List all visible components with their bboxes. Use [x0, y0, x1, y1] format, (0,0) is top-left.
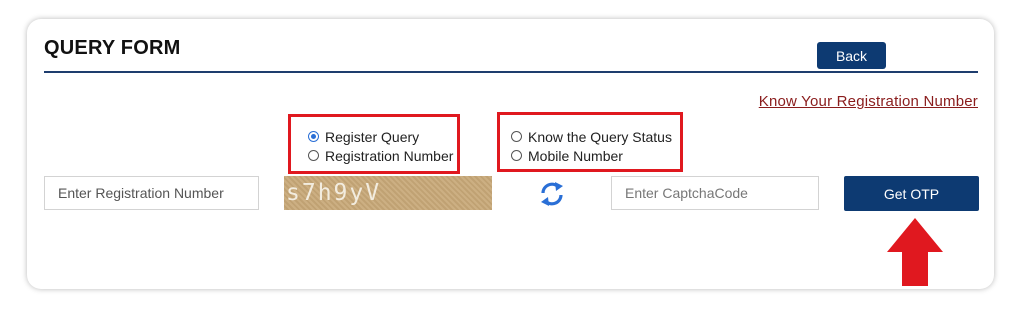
radio-know-query-status[interactable]: [511, 131, 522, 142]
back-button[interactable]: Back: [817, 42, 886, 69]
radio-label-mobile-number: Mobile Number: [528, 147, 623, 164]
radio-mobile-number[interactable]: [511, 150, 522, 161]
refresh-icon[interactable]: [539, 180, 565, 208]
radio-option-register-query[interactable]: Register Query: [308, 127, 457, 146]
captcha-code-input[interactable]: Enter CaptchaCode: [611, 176, 819, 210]
page-title: QUERY FORM: [44, 37, 181, 59]
registration-number-input[interactable]: Enter Registration Number: [44, 176, 259, 210]
radio-option-registration-number[interactable]: Registration Number: [308, 146, 457, 165]
red-up-arrow-icon: [887, 218, 943, 286]
radio-label-register-query: Register Query: [325, 128, 420, 145]
radio-option-know-query-status[interactable]: Know the Query Status: [511, 127, 680, 146]
title-divider: [44, 71, 978, 73]
radio-label-registration-number: Registration Number: [325, 147, 454, 164]
know-registration-number-link[interactable]: Know Your Registration Number: [759, 93, 978, 110]
radio-registration-number[interactable]: [308, 150, 319, 161]
status-type-group: Know the Query Status Mobile Number: [497, 112, 683, 172]
radio-label-know-query-status: Know the Query Status: [528, 128, 672, 145]
get-otp-button[interactable]: Get OTP: [844, 176, 979, 211]
captcha-image: s7h9yV: [284, 176, 492, 210]
radio-option-mobile-number[interactable]: Mobile Number: [511, 146, 680, 165]
query-type-group: Register Query Registration Number: [288, 114, 460, 174]
radio-register-query[interactable]: [308, 131, 319, 142]
